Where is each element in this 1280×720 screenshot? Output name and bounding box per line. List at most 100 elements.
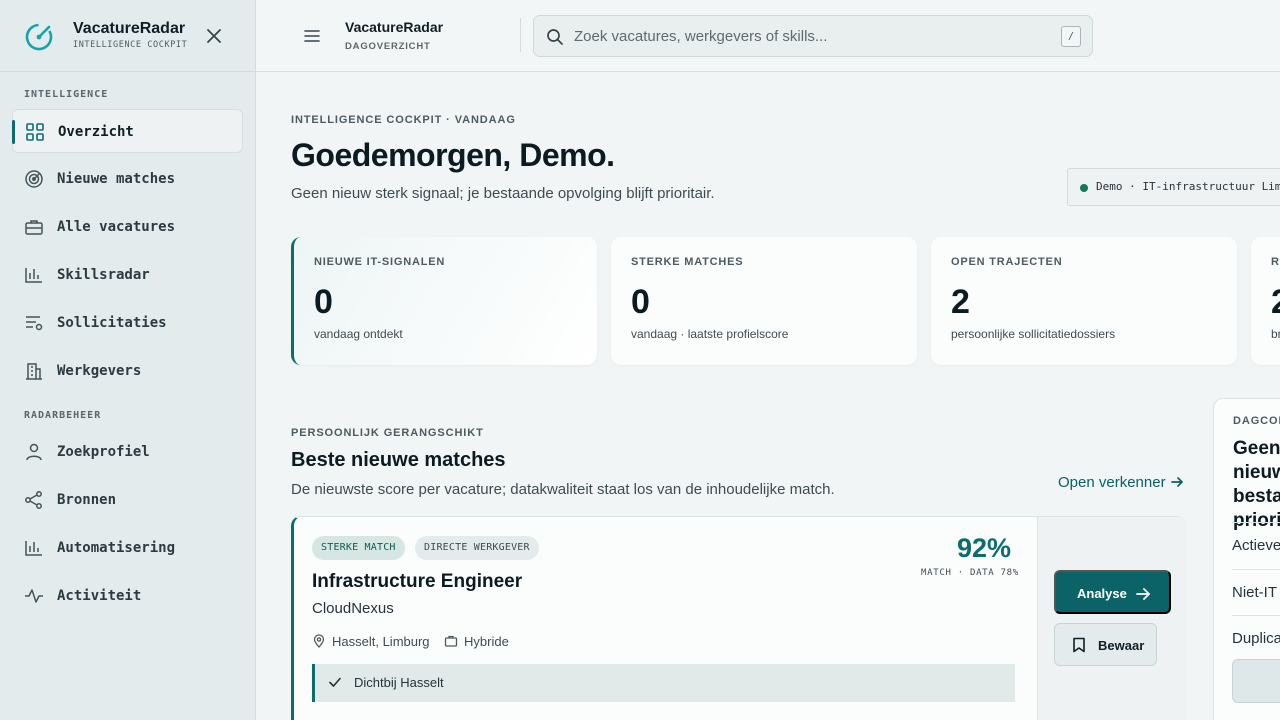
- sidebar-item-nieuwe-matches[interactable]: Nieuwe matches: [12, 157, 243, 201]
- daycard-row[interactable]: Niet-IT: [1232, 569, 1280, 616]
- sidebar-item-label: Sollicitaties: [57, 315, 167, 331]
- stat-card-it-signalen[interactable]: NIEUWE IT-SIGNALEN 0 vandaag ontdekt: [291, 237, 597, 365]
- tag-directe-werkgever: DIRECTE WERKGEVER: [415, 536, 539, 560]
- daycard-title: Geen nieuwe bestaande prioriteit: [1233, 438, 1280, 531]
- bewaar-button[interactable]: Bewaar: [1054, 623, 1157, 666]
- stat-sub: br: [1271, 327, 1280, 341]
- close-icon[interactable]: [204, 26, 224, 46]
- stat-value: 2: [1271, 283, 1280, 322]
- grid-icon: [25, 122, 45, 142]
- sidebar-item-overzicht[interactable]: Overzicht: [12, 109, 243, 153]
- tag-sterke-match: STERKE MATCH: [312, 536, 405, 560]
- match-actions: Analyse Bewaar: [1037, 517, 1187, 720]
- stat-sub: persoonlijke sollicitatiedossiers: [951, 327, 1116, 341]
- divider: [520, 18, 521, 52]
- briefcase-icon: [24, 217, 44, 237]
- nav-group-radarbeheer: RADARBEHEER: [24, 410, 102, 421]
- match-location: Hasselt, Limburg: [312, 634, 430, 649]
- sidebar-item-zoekprofiel[interactable]: Zoekprofiel: [12, 430, 243, 474]
- match-reason: Dichtbij Hasselt: [312, 664, 1015, 702]
- match-reason-text: Dichtbij Hasselt: [354, 675, 444, 690]
- location-label: Hasselt, Limburg: [332, 634, 430, 649]
- section-title: Beste nieuwe matches: [291, 449, 506, 471]
- user-icon: [24, 442, 44, 462]
- page-app-title: VacatureRadar: [345, 19, 444, 35]
- match-card[interactable]: STERKE MATCH DIRECTE WERKGEVER Infrastru…: [291, 516, 1187, 720]
- sidebar-item-skillsradar[interactable]: Skillsradar: [12, 253, 243, 297]
- brand-header: VacatureRadar INTELLIGENCE COCKPIT: [0, 0, 256, 72]
- menu-icon[interactable]: [303, 28, 321, 44]
- sidebar-item-label: Activiteit: [57, 588, 142, 604]
- stat-value: 2: [951, 283, 970, 321]
- search-input[interactable]: [574, 26, 1044, 46]
- page-subtitle: Geen nieuw sterk signaal; je bestaande o…: [291, 185, 715, 202]
- section-eyebrow: PERSOONLIJK GERANGSCHIKT: [291, 427, 484, 439]
- sidebar-item-label: Bronnen: [57, 492, 117, 508]
- arrow-right-icon: [1136, 588, 1151, 600]
- sidebar-item-automatisering[interactable]: Automatisering: [12, 526, 243, 570]
- sidebar-item-label: Automatisering: [57, 540, 176, 556]
- daycard-button[interactable]: [1232, 659, 1280, 703]
- analyse-label: Analyse: [1077, 586, 1127, 601]
- sidebar-item-sollicitaties[interactable]: Sollicitaties: [12, 301, 243, 345]
- match-score-detail: MATCH · DATA 78%: [921, 568, 1019, 578]
- sidebar-item-bronnen[interactable]: Bronnen: [12, 478, 243, 522]
- status-dot: [1080, 184, 1088, 192]
- sidebar: VacatureRadar INTELLIGENCE COCKPIT INTEL…: [0, 0, 256, 720]
- sidebar-item-label: Nieuwe matches: [57, 171, 176, 187]
- search-icon: [546, 28, 564, 46]
- brand-subtitle: INTELLIGENCE COCKPIT: [73, 40, 188, 50]
- brand-name: VacatureRadar: [73, 20, 186, 37]
- page-context: DAGOVERZICHT: [345, 41, 431, 52]
- stat-card-sterke-matches[interactable]: STERKE MATCHES 0 vandaag · laatste profi…: [611, 237, 917, 365]
- match-work-mode: Hybride: [444, 634, 509, 649]
- bookmark-icon: [1073, 637, 1085, 653]
- section-subtitle: De nieuwste score per vacature; datakwal…: [291, 481, 835, 498]
- arrow-right-icon: [1170, 475, 1184, 489]
- topbar: VacatureRadar DAGOVERZICHT /: [256, 0, 1280, 72]
- briefcase-icon: [444, 635, 458, 647]
- work-mode-label: Hybride: [464, 634, 509, 649]
- sidebar-item-label: Zoekprofiel: [57, 444, 150, 460]
- sidebar-item-werkgevers[interactable]: Werkgevers: [12, 349, 243, 393]
- sidebar-item-alle-vacatures[interactable]: Alle vacatures: [12, 205, 243, 249]
- sidebar-item-label: Werkgevers: [57, 363, 142, 379]
- stat-value: 0: [314, 283, 333, 321]
- page-eyebrow: INTELLIGENCE COCKPIT · VANDAAG: [291, 114, 516, 126]
- radar-icon: [24, 169, 44, 189]
- bars-icon: [24, 538, 44, 558]
- match-score: 92%: [957, 533, 1012, 563]
- context-pill[interactable]: Demo · IT-infrastructuur Limburg: [1067, 168, 1280, 206]
- analyse-button[interactable]: Analyse: [1054, 570, 1171, 614]
- stat-sub: vandaag · laatste profielscore: [631, 327, 789, 341]
- building-icon: [24, 361, 44, 381]
- page-title: Goedemorgen, Demo.: [291, 137, 615, 173]
- radar-logo-icon: [24, 20, 56, 52]
- stat-card-open-trajecten[interactable]: OPEN TRAJECTEN 2 persoonlijke sollicitat…: [931, 237, 1237, 365]
- stat-card-partial[interactable]: RA 2 br: [1251, 237, 1280, 365]
- stat-label: RA: [1271, 256, 1280, 268]
- daycard-eyebrow: DAGCONTROLE: [1233, 415, 1280, 427]
- stat-label: OPEN TRAJECTEN: [951, 256, 1063, 268]
- search-bar[interactable]: /: [533, 15, 1093, 57]
- check-icon: [328, 675, 342, 689]
- stat-label: NIEUWE IT-SIGNALEN: [314, 256, 446, 268]
- open-verkenner-label: Open verkenner: [1058, 473, 1166, 491]
- sidebar-item-label: Overzicht: [58, 124, 134, 140]
- nav-group-intelligence: INTELLIGENCE: [24, 89, 109, 100]
- daycard-row[interactable]: Duplicaten: [1232, 615, 1280, 662]
- share-icon: [24, 490, 44, 510]
- open-verkenner-link[interactable]: Open verkenner: [1058, 473, 1184, 491]
- bars-icon: [24, 265, 44, 285]
- match-company: CloudNexus: [312, 600, 394, 617]
- context-pill-label: Demo · IT-infrastructuur Limburg: [1096, 180, 1280, 193]
- bewaar-label: Bewaar: [1098, 638, 1145, 653]
- sidebar-item-activiteit[interactable]: Activiteit: [12, 574, 243, 618]
- match-title[interactable]: Infrastructure Engineer: [312, 571, 522, 593]
- activity-icon: [24, 586, 44, 606]
- sidebar-item-label: Alle vacatures: [57, 219, 176, 235]
- search-shortcut-key: /: [1061, 26, 1081, 47]
- stat-label: STERKE MATCHES: [631, 256, 744, 268]
- map-pin-icon: [313, 634, 325, 648]
- daycard-row[interactable]: Actieve: [1232, 522, 1280, 569]
